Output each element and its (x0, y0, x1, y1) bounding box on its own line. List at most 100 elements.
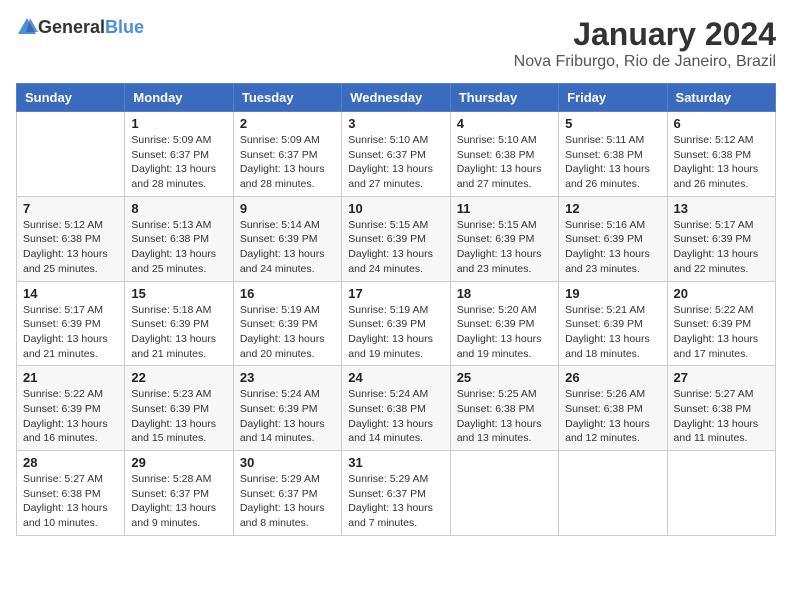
day-info: Sunrise: 5:12 AM Sunset: 6:38 PM Dayligh… (23, 218, 118, 277)
day-number: 14 (23, 286, 118, 301)
calendar-cell: 30 Sunrise: 5:29 AM Sunset: 6:37 PM Dayli… (233, 451, 341, 536)
page-header: GeneralBlue January 2024 Nova Friburgo, … (16, 16, 776, 71)
day-info: Sunrise: 5:09 AM Sunset: 6:37 PM Dayligh… (240, 133, 335, 192)
calendar-cell: 6 Sunrise: 5:12 AM Sunset: 6:38 PM Daylig… (667, 112, 775, 197)
day-number: 4 (457, 116, 552, 131)
day-number: 7 (23, 201, 118, 216)
weekday-header-wednesday: Wednesday (342, 84, 450, 112)
calendar-cell: 7 Sunrise: 5:12 AM Sunset: 6:38 PM Daylig… (17, 196, 125, 281)
day-info: Sunrise: 5:29 AM Sunset: 6:37 PM Dayligh… (348, 472, 443, 531)
day-info: Sunrise: 5:17 AM Sunset: 6:39 PM Dayligh… (23, 303, 118, 362)
day-info: Sunrise: 5:14 AM Sunset: 6:39 PM Dayligh… (240, 218, 335, 277)
day-info: Sunrise: 5:23 AM Sunset: 6:39 PM Dayligh… (131, 387, 226, 446)
day-info: Sunrise: 5:19 AM Sunset: 6:39 PM Dayligh… (348, 303, 443, 362)
day-info: Sunrise: 5:19 AM Sunset: 6:39 PM Dayligh… (240, 303, 335, 362)
logo-blue: Blue (105, 17, 144, 37)
month-title: January 2024 (514, 16, 776, 53)
day-number: 2 (240, 116, 335, 131)
calendar-cell: 11Sunrise: 5:15 AM Sunset: 6:39 PM Dayli… (450, 196, 558, 281)
calendar-cell (667, 451, 775, 536)
calendar-cell: 28 Sunrise: 5:27 AM Sunset: 6:38 PM Dayli… (17, 451, 125, 536)
day-info: Sunrise: 5:10 AM Sunset: 6:37 PM Dayligh… (348, 133, 443, 192)
day-number: 23 (240, 370, 335, 385)
day-info: Sunrise: 5:29 AM Sunset: 6:37 PM Dayligh… (240, 472, 335, 531)
calendar-week-2: 14 Sunrise: 5:17 AM Sunset: 6:39 PM Dayli… (17, 281, 776, 366)
day-info: Sunrise: 5:24 AM Sunset: 6:38 PM Dayligh… (348, 387, 443, 446)
calendar-cell: 17Sunrise: 5:19 AM Sunset: 6:39 PM Dayli… (342, 281, 450, 366)
logo: GeneralBlue (16, 16, 144, 38)
day-info: Sunrise: 5:28 AM Sunset: 6:37 PM Dayligh… (131, 472, 226, 531)
day-info: Sunrise: 5:11 AM Sunset: 6:38 PM Dayligh… (565, 133, 660, 192)
weekday-header-friday: Friday (559, 84, 667, 112)
day-info: Sunrise: 5:12 AM Sunset: 6:38 PM Dayligh… (674, 133, 769, 192)
calendar-cell (450, 451, 558, 536)
calendar-cell: 3 Sunrise: 5:10 AM Sunset: 6:37 PM Daylig… (342, 112, 450, 197)
calendar-cell: 9 Sunrise: 5:14 AM Sunset: 6:39 PM Daylig… (233, 196, 341, 281)
day-number: 27 (674, 370, 769, 385)
day-number: 31 (348, 455, 443, 470)
day-number: 30 (240, 455, 335, 470)
day-info: Sunrise: 5:15 AM Sunset: 6:39 PM Dayligh… (457, 218, 552, 277)
calendar-cell: 26Sunrise: 5:26 AM Sunset: 6:38 PM Dayli… (559, 366, 667, 451)
day-info: Sunrise: 5:15 AM Sunset: 6:39 PM Dayligh… (348, 218, 443, 277)
calendar-cell: 25 Sunrise: 5:25 AM Sunset: 6:38 PM Dayli… (450, 366, 558, 451)
location-subtitle: Nova Friburgo, Rio de Janeiro, Brazil (514, 53, 776, 71)
calendar-week-4: 28 Sunrise: 5:27 AM Sunset: 6:38 PM Dayli… (17, 451, 776, 536)
day-number: 15 (131, 286, 226, 301)
calendar-cell: 4 Sunrise: 5:10 AM Sunset: 6:38 PM Daylig… (450, 112, 558, 197)
day-info: Sunrise: 5:27 AM Sunset: 6:38 PM Dayligh… (23, 472, 118, 531)
calendar-week-1: 7 Sunrise: 5:12 AM Sunset: 6:38 PM Daylig… (17, 196, 776, 281)
calendar-week-3: 21Sunrise: 5:22 AM Sunset: 6:39 PM Dayli… (17, 366, 776, 451)
calendar-cell: 14 Sunrise: 5:17 AM Sunset: 6:39 PM Dayli… (17, 281, 125, 366)
day-number: 13 (674, 201, 769, 216)
calendar-cell: 1 Sunrise: 5:09 AM Sunset: 6:37 PM Daylig… (125, 112, 233, 197)
day-number: 20 (674, 286, 769, 301)
calendar-cell: 19Sunrise: 5:21 AM Sunset: 6:39 PM Dayli… (559, 281, 667, 366)
calendar-cell: 5 Sunrise: 5:11 AM Sunset: 6:38 PM Daylig… (559, 112, 667, 197)
day-number: 21 (23, 370, 118, 385)
calendar-cell: 2 Sunrise: 5:09 AM Sunset: 6:37 PM Daylig… (233, 112, 341, 197)
calendar-cell: 18Sunrise: 5:20 AM Sunset: 6:39 PM Dayli… (450, 281, 558, 366)
calendar-cell (17, 112, 125, 197)
weekday-header-monday: Monday (125, 84, 233, 112)
day-info: Sunrise: 5:20 AM Sunset: 6:39 PM Dayligh… (457, 303, 552, 362)
day-number: 8 (131, 201, 226, 216)
weekday-header-saturday: Saturday (667, 84, 775, 112)
weekday-header-sunday: Sunday (17, 84, 125, 112)
weekday-header-tuesday: Tuesday (233, 84, 341, 112)
calendar-cell: 20 Sunrise: 5:22 AM Sunset: 6:39 PM Dayli… (667, 281, 775, 366)
weekday-header-thursday: Thursday (450, 84, 558, 112)
day-number: 1 (131, 116, 226, 131)
calendar-cell: 29Sunrise: 5:28 AM Sunset: 6:37 PM Dayli… (125, 451, 233, 536)
day-number: 10 (348, 201, 443, 216)
day-number: 24 (348, 370, 443, 385)
day-info: Sunrise: 5:17 AM Sunset: 6:39 PM Dayligh… (674, 218, 769, 277)
calendar-cell: 21Sunrise: 5:22 AM Sunset: 6:39 PM Dayli… (17, 366, 125, 451)
day-number: 25 (457, 370, 552, 385)
day-number: 28 (23, 455, 118, 470)
day-number: 22 (131, 370, 226, 385)
logo-icon (16, 16, 38, 38)
calendar-cell: 24 Sunrise: 5:24 AM Sunset: 6:38 PM Dayli… (342, 366, 450, 451)
calendar-cell: 27Sunrise: 5:27 AM Sunset: 6:38 PM Dayli… (667, 366, 775, 451)
calendar-cell: 31 Sunrise: 5:29 AM Sunset: 6:37 PM Dayli… (342, 451, 450, 536)
day-info: Sunrise: 5:10 AM Sunset: 6:38 PM Dayligh… (457, 133, 552, 192)
day-number: 5 (565, 116, 660, 131)
day-info: Sunrise: 5:26 AM Sunset: 6:38 PM Dayligh… (565, 387, 660, 446)
calendar-cell: 22 Sunrise: 5:23 AM Sunset: 6:39 PM Dayli… (125, 366, 233, 451)
calendar-week-0: 1 Sunrise: 5:09 AM Sunset: 6:37 PM Daylig… (17, 112, 776, 197)
title-section: January 2024 Nova Friburgo, Rio de Janei… (514, 16, 776, 71)
day-info: Sunrise: 5:22 AM Sunset: 6:39 PM Dayligh… (674, 303, 769, 362)
day-number: 3 (348, 116, 443, 131)
day-info: Sunrise: 5:18 AM Sunset: 6:39 PM Dayligh… (131, 303, 226, 362)
day-info: Sunrise: 5:09 AM Sunset: 6:37 PM Dayligh… (131, 133, 226, 192)
calendar-cell: 16 Sunrise: 5:19 AM Sunset: 6:39 PM Dayli… (233, 281, 341, 366)
day-info: Sunrise: 5:13 AM Sunset: 6:38 PM Dayligh… (131, 218, 226, 277)
calendar-cell: 23Sunrise: 5:24 AM Sunset: 6:39 PM Dayli… (233, 366, 341, 451)
day-number: 6 (674, 116, 769, 131)
day-number: 9 (240, 201, 335, 216)
logo-general: General (38, 17, 105, 37)
day-info: Sunrise: 5:16 AM Sunset: 6:39 PM Dayligh… (565, 218, 660, 277)
day-number: 16 (240, 286, 335, 301)
day-info: Sunrise: 5:25 AM Sunset: 6:38 PM Dayligh… (457, 387, 552, 446)
